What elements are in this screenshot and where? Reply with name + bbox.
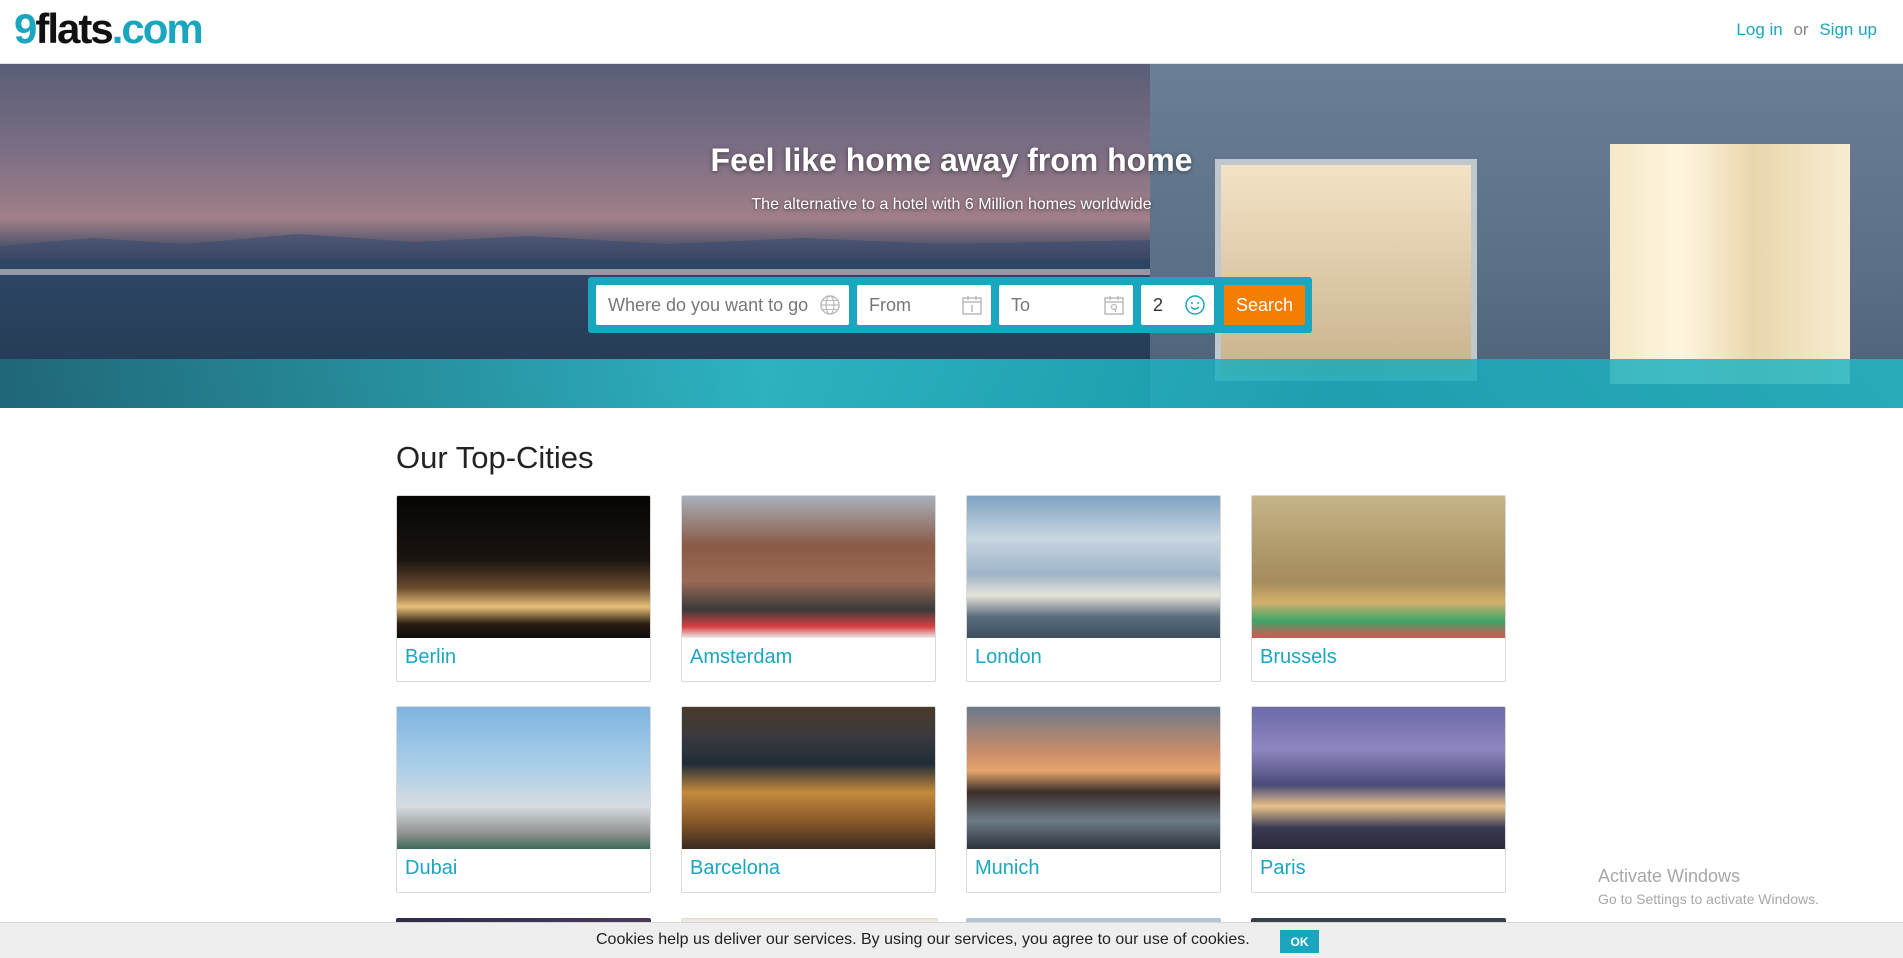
cookie-ok-button[interactable]: OK [1280, 930, 1319, 953]
cookie-consent-bar: Cookies help us deliver our services. By… [0, 922, 1903, 958]
city-image [1252, 496, 1505, 638]
search-bar: Where do you want to go From To 2 Search [588, 277, 1312, 333]
hero-window-left [1215, 159, 1477, 381]
city-card-barcelona[interactable]: Barcelona [681, 706, 936, 893]
login-link[interactable]: Log in [1736, 20, 1782, 39]
site-logo[interactable]: 9flats.com [14, 4, 204, 54]
city-name: Munich [975, 857, 1040, 879]
city-card-dubai[interactable]: Dubai [396, 706, 651, 893]
checkout-placeholder: To [1011, 295, 1031, 315]
auth-links: Log in or Sign up [1736, 20, 1877, 40]
city-image [967, 496, 1220, 638]
hero-subtitle: The alternative to a hotel with 6 Millio… [751, 196, 1152, 213]
watermark-line2: Go to Settings to activate Windows. [1598, 891, 1819, 907]
calendar-icon [962, 296, 982, 315]
hero-window-right [1610, 144, 1850, 384]
city-card-paris[interactable]: Paris [1251, 706, 1506, 893]
hero-railing [0, 269, 1200, 275]
city-card-munich[interactable]: Munich [966, 706, 1221, 893]
city-name: London [975, 646, 1042, 668]
hero-banner: Feel like home away from home The altern… [0, 64, 1903, 408]
windows-activation-watermark: Activate Windows Go to Settings to activ… [1598, 866, 1819, 907]
city-image [397, 707, 650, 849]
globe-icon [820, 295, 840, 315]
city-image [1252, 707, 1505, 849]
cookie-message: Cookies help us deliver our services. By… [596, 931, 1250, 948]
logo-com: .com [111, 5, 204, 52]
hero-title: Feel like home away from home [710, 142, 1193, 178]
city-name: Berlin [405, 646, 457, 668]
destination-placeholder: Where do you want to go [608, 295, 809, 315]
city-card-brussels[interactable]: Brussels [1251, 495, 1506, 682]
checkout-date-input[interactable]: To [999, 285, 1133, 325]
calendar-icon [1104, 296, 1124, 315]
top-navigation-bar: 9flats.com Log in or Sign up [0, 0, 1903, 64]
logo-nine: 9 [14, 5, 37, 52]
city-card-berlin[interactable]: Berlin [396, 495, 651, 682]
city-name: Barcelona [690, 857, 781, 879]
search-button[interactable]: Search [1224, 285, 1305, 325]
hero-mountains-backdrop [0, 234, 1150, 262]
guests-count: 2 [1153, 295, 1164, 315]
city-image [967, 707, 1220, 849]
watermark-line1: Activate Windows [1598, 866, 1741, 886]
city-card-london[interactable]: London [966, 495, 1221, 682]
signup-link[interactable]: Sign up [1819, 20, 1877, 39]
hero-pool [0, 359, 1903, 408]
destination-input[interactable]: Where do you want to go [596, 285, 849, 325]
smiley-icon [1185, 295, 1205, 315]
guests-selector[interactable]: 2 [1141, 285, 1214, 325]
city-name: Paris [1260, 857, 1306, 879]
checkin-placeholder: From [869, 295, 911, 315]
city-name: Amsterdam [690, 646, 793, 668]
checkin-date-input[interactable]: From [857, 285, 991, 325]
city-image [397, 496, 650, 638]
city-card-amsterdam[interactable]: Amsterdam [681, 495, 936, 682]
or-separator: or [1793, 20, 1809, 39]
city-image [682, 707, 935, 849]
city-image [682, 496, 935, 638]
city-name: Dubai [405, 857, 458, 879]
city-name: Brussels [1260, 646, 1337, 668]
top-cities-heading: Our Top-Cities [396, 440, 594, 475]
logo-flats: flats [35, 5, 113, 52]
